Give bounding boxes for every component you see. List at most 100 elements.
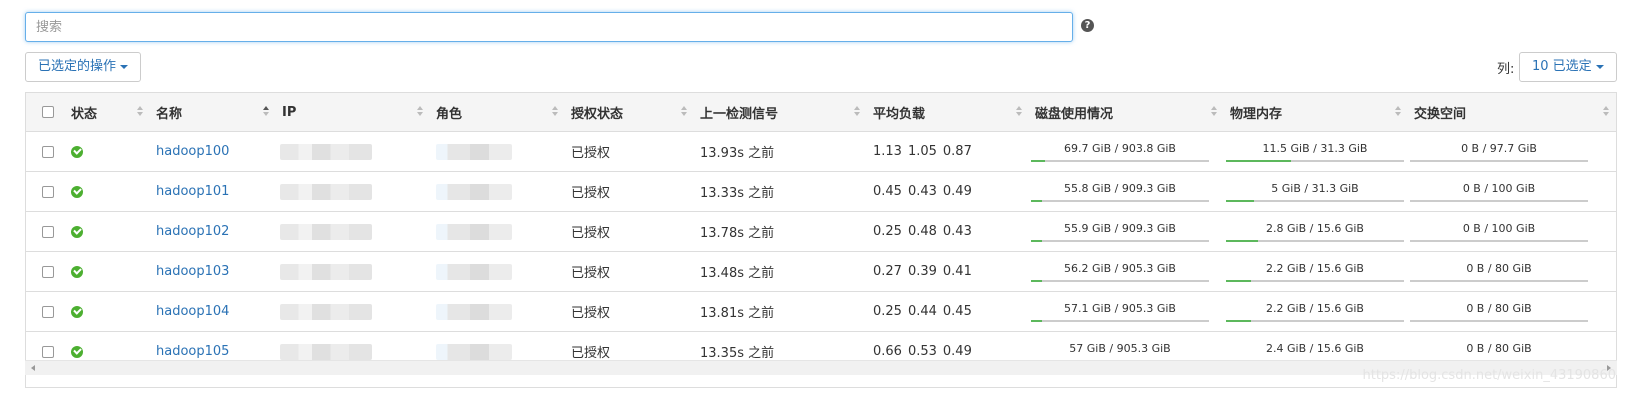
load-1min: 0.66 — [873, 344, 902, 359]
disk-cell: 55.9 GiB / 909.3 GiB — [1031, 211, 1226, 252]
row-checkbox[interactable] — [42, 145, 54, 158]
host-link[interactable]: hadoop101 — [152, 184, 229, 199]
search-row: ? — [25, 12, 1095, 44]
swap-cell: 0 B / 97.7 GiB — [1410, 131, 1616, 172]
disk-usage-text: 69.7 GiB / 903.8 GiB — [1064, 141, 1176, 155]
auth-cell: 已授权 — [567, 291, 696, 332]
status-ok-icon — [71, 145, 83, 158]
sort-icon — [1211, 106, 1217, 116]
redacted-role — [436, 183, 512, 200]
swap-cell: 0 B / 100 GiB — [1410, 171, 1616, 212]
table-header-row: 状态 名称 IP 角色 授权状态 上一检测信号 平均负载 磁盘使用情况 物理内存… — [26, 93, 1616, 132]
load-5min: 1.05 — [907, 144, 937, 159]
scroll-left-icon[interactable] — [31, 365, 35, 371]
select-all-checkbox[interactable] — [42, 106, 54, 118]
redacted-ip — [280, 303, 372, 320]
row-select-cell — [26, 211, 67, 252]
disk-usage-text: 57.1 GiB / 905.3 GiB — [1064, 301, 1176, 315]
ip-cell — [278, 251, 432, 292]
disk-usage-text: 57 GiB / 905.3 GiB — [1069, 341, 1171, 355]
row-checkbox[interactable] — [42, 225, 54, 238]
swap-meter: 0 B / 97.7 GiB — [1410, 140, 1588, 164]
header-heartbeat[interactable]: 上一检测信号 — [696, 93, 869, 132]
row-checkbox[interactable] — [42, 345, 54, 358]
table-row: hadoop103 已授权 13.48s 之前 0.27 0.39 0.41 56.… — [26, 251, 1616, 292]
memory-cell: 11.5 GiB / 31.3 GiB — [1226, 131, 1410, 172]
role-cell — [432, 211, 567, 252]
row-checkbox[interactable] — [42, 185, 54, 198]
heartbeat-cell: 13.48s 之前 — [696, 251, 869, 292]
header-load[interactable]: 平均负载 — [869, 93, 1031, 132]
columns-selector-button[interactable]: 10 已选定 — [1519, 52, 1617, 82]
row-select-cell — [26, 291, 67, 332]
host-link[interactable]: hadoop100 — [152, 144, 229, 159]
host-link[interactable]: hadoop102 — [152, 224, 229, 239]
header-auth[interactable]: 授权状态 — [567, 93, 696, 132]
sort-icon — [417, 106, 423, 116]
load-15min: 0.49 — [942, 184, 972, 199]
load-cell: 0.25 0.48 0.43 — [869, 211, 1031, 252]
host-link[interactable]: hadoop104 — [152, 304, 229, 319]
redacted-role — [436, 143, 512, 160]
role-cell — [432, 251, 567, 292]
swap-cell: 0 B / 80 GiB — [1410, 291, 1616, 332]
row-select-cell — [26, 251, 67, 292]
host-link[interactable]: hadoop103 — [152, 264, 229, 279]
load-15min: 0.41 — [942, 264, 972, 279]
disk-meter: 56.2 GiB / 905.3 GiB — [1031, 260, 1209, 284]
swap-cell: 0 B / 80 GiB — [1410, 251, 1616, 292]
swap-usage-text: 0 B / 80 GiB — [1466, 261, 1532, 275]
header-role[interactable]: 角色 — [432, 93, 567, 132]
disk-usage-bar — [1031, 319, 1209, 322]
sort-icon — [854, 106, 860, 116]
header-status[interactable]: 状态 — [67, 93, 152, 132]
selected-actions-label: 已选定的操作 — [38, 59, 117, 74]
swap-usage-bar — [1410, 279, 1588, 282]
redacted-ip — [280, 223, 372, 240]
redacted-role — [436, 223, 512, 240]
disk-usage-bar — [1031, 279, 1209, 282]
header-memory[interactable]: 物理内存 — [1226, 93, 1410, 132]
status-cell — [67, 131, 152, 172]
caret-down-icon — [120, 64, 129, 69]
swap-meter: 0 B / 100 GiB — [1410, 220, 1588, 244]
mem-meter: 2.8 GiB / 15.6 GiB — [1226, 220, 1404, 244]
sort-icon — [552, 106, 558, 116]
redacted-role — [436, 263, 512, 280]
mem-usage-text: 5 GiB / 31.3 GiB — [1271, 181, 1359, 195]
sort-icon — [1395, 106, 1401, 116]
load-cell: 0.25 0.44 0.45 — [869, 291, 1031, 332]
heartbeat-cell: 13.81s 之前 — [696, 291, 869, 332]
search-input[interactable] — [25, 12, 1073, 42]
ip-cell — [278, 171, 432, 212]
host-link[interactable]: hadoop105 — [152, 344, 229, 359]
swap-meter: 0 B / 80 GiB — [1410, 300, 1588, 324]
redacted-ip — [280, 183, 372, 200]
swap-usage-text: 0 B / 80 GiB — [1466, 301, 1532, 315]
disk-meter: 57.1 GiB / 905.3 GiB — [1031, 300, 1209, 324]
caret-down-icon — [1595, 64, 1604, 69]
row-checkbox[interactable] — [42, 265, 54, 278]
mem-usage-text: 2.8 GiB / 15.6 GiB — [1266, 221, 1364, 235]
disk-cell: 57.1 GiB / 905.3 GiB — [1031, 291, 1226, 332]
header-name[interactable]: 名称 — [152, 93, 278, 132]
selected-actions-button[interactable]: 已选定的操作 — [25, 52, 142, 82]
disk-usage-bar — [1031, 159, 1209, 162]
hosts-table: 状态 名称 IP 角色 授权状态 上一检测信号 平均负载 磁盘使用情况 物理内存… — [25, 92, 1617, 388]
disk-cell: 55.8 GiB / 909.3 GiB — [1031, 171, 1226, 212]
disk-usage-text: 55.8 GiB / 909.3 GiB — [1064, 181, 1176, 195]
header-swap[interactable]: 交换空间 — [1410, 93, 1616, 132]
name-cell: hadoop103 — [152, 251, 278, 292]
header-disk[interactable]: 磁盘使用情况 — [1031, 93, 1226, 132]
memory-cell: 2.8 GiB / 15.6 GiB — [1226, 211, 1410, 252]
row-select-cell — [26, 171, 67, 212]
load-5min: 0.53 — [907, 344, 937, 359]
mem-usage-bar — [1226, 239, 1404, 242]
row-checkbox[interactable] — [42, 305, 54, 318]
status-ok-icon — [71, 185, 83, 198]
redacted-ip — [280, 263, 372, 280]
header-ip[interactable]: IP — [278, 93, 432, 132]
heartbeat-cell: 13.33s 之前 — [696, 171, 869, 212]
auth-cell: 已授权 — [567, 251, 696, 292]
question-circle-icon[interactable]: ? — [1081, 19, 1094, 32]
